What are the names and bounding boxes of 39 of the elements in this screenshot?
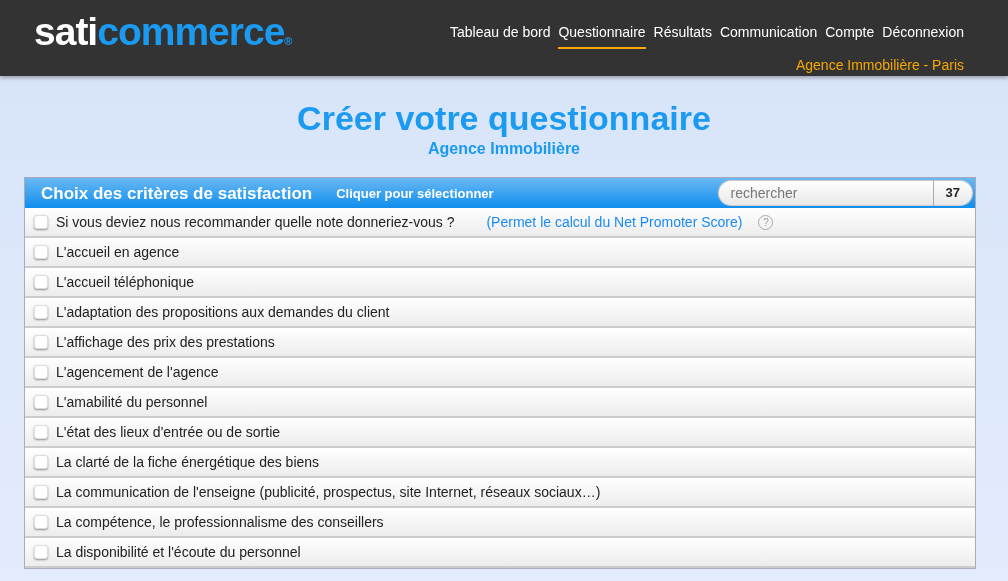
criterion-label: L'accueil téléphonique: [56, 272, 195, 292]
info-note: (Permet le calcul du Net Promoter Score): [486, 212, 743, 232]
criterion-label: L'état des lieux d'entrée ou de sortie: [56, 422, 281, 442]
criterion-label: L'accueil en agence: [56, 242, 180, 262]
panel-hint: Cliquer pour sélectionner: [336, 184, 494, 203]
nav-link[interactable]: Compte: [825, 22, 875, 49]
checkbox[interactable]: [34, 245, 48, 260]
criterion-label: L'agencement de l'agence: [56, 362, 219, 382]
checkbox[interactable]: [34, 395, 48, 410]
nav-link[interactable]: Tableau de bord: [450, 22, 551, 49]
checkbox[interactable]: [34, 305, 48, 320]
page-title: Créer votre questionnaire: [296, 100, 712, 138]
checkbox[interactable]: [34, 215, 48, 230]
criterion-label: La communication de l'enseigne (publicité, prospectus, site Internet, réseaux sociaux…): [56, 482, 601, 502]
checkbox[interactable]: [34, 275, 48, 290]
logo: saticommerce®: [34, 12, 293, 55]
nav-link[interactable]: Résultats: [653, 22, 712, 49]
page-subtitle: Agence Immobilière: [426, 139, 581, 160]
checkbox[interactable]: [34, 455, 48, 470]
criterion-label: La clarté de la fiche énergétique des biens: [56, 452, 320, 472]
search-field[interactable]: rechercher: [717, 180, 934, 207]
criterion-label: L'affichage des prix des prestations: [56, 332, 275, 352]
agency-name: Agence Immobilière - Paris: [795, 56, 964, 75]
panel-title: Choix des critères de satisfaction: [41, 182, 313, 205]
checkbox[interactable]: [34, 545, 48, 560]
checkbox[interactable]: [34, 335, 48, 350]
result-count: 37: [933, 180, 973, 207]
checkbox[interactable]: [34, 365, 48, 380]
checkbox[interactable]: [34, 425, 48, 440]
criterion-label: Si vous deviez nous recommander quelle note donneriez-vous ?: [56, 212, 455, 232]
checkbox[interactable]: [34, 485, 48, 500]
criterion-label: L'amabilité du personnel: [56, 392, 208, 412]
criterion-label: L'adaptation des propositions aux demandes du client: [56, 302, 390, 322]
nav-link[interactable]: Communication: [719, 22, 818, 49]
nav-link[interactable]: Questionnaire: [558, 22, 646, 49]
criterion-label: La disponibilité et l'écoute du personnel: [56, 542, 301, 562]
nav-link[interactable]: Déconnexion: [882, 22, 964, 49]
criterion-label: La compétence, le professionnalisme des conseillers: [56, 512, 384, 532]
checkbox[interactable]: [34, 515, 48, 530]
